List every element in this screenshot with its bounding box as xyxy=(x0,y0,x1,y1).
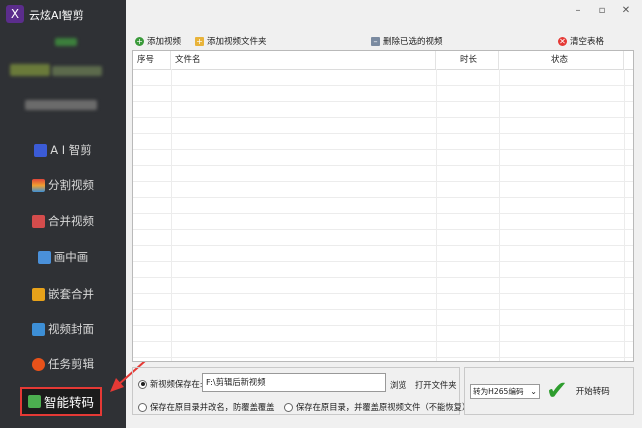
add-folder-label: 添加视频文件夹 xyxy=(207,37,267,47)
clear-icon: ✕ xyxy=(558,36,567,46)
radio-icon[interactable] xyxy=(138,402,147,412)
column-divider xyxy=(171,69,172,361)
chevron-down-icon: ⌄ xyxy=(530,387,537,396)
radio-icon[interactable] xyxy=(284,402,293,412)
row-divider xyxy=(133,229,633,230)
keep-rename-label: 保存在原目录并改名，防覆盖覆盖 xyxy=(150,402,275,412)
codec-select[interactable]: 转为H265编码 ⌄ xyxy=(470,384,540,399)
start-transcode-label: 开始转码 xyxy=(575,387,610,397)
new-save-label: 新视频保存在: xyxy=(150,379,203,389)
clear-table-label: 清空表格 xyxy=(570,37,605,47)
row-divider xyxy=(133,293,633,294)
row-divider xyxy=(133,101,633,102)
column-divider xyxy=(499,69,500,361)
add-folder-button[interactable]: + 添加视频文件夹 xyxy=(195,35,267,47)
row-divider xyxy=(133,85,633,86)
row-divider xyxy=(133,197,633,198)
radio-selected-icon[interactable] xyxy=(138,379,147,389)
keep-rename-option[interactable]: 保存在原目录并改名，防覆盖覆盖 xyxy=(138,401,274,413)
open-folder-button[interactable]: 打开文件夹 xyxy=(415,379,457,391)
checkmark-icon: ✔ xyxy=(546,376,568,406)
delete-selected-button[interactable]: – 删除已选的视频 xyxy=(371,35,443,47)
add-icon: + xyxy=(135,36,144,46)
add-video-button[interactable]: + 添加视频 xyxy=(135,35,181,47)
clear-table-button[interactable]: ✕ 清空表格 xyxy=(558,35,604,47)
delete-selected-label: 删除已选的视频 xyxy=(383,37,443,47)
delete-icon: – xyxy=(371,36,380,46)
header-divider xyxy=(133,69,633,70)
overwrite-label: 保存在原目录，并覆盖原视频文件（不能恢复） xyxy=(296,402,471,412)
add-video-label: 添加视频 xyxy=(147,37,182,47)
column-header-index[interactable]: 序号 xyxy=(133,51,171,69)
codec-selected-value: 转为H265编码 xyxy=(473,387,524,396)
row-divider xyxy=(133,357,633,358)
column-divider xyxy=(624,69,625,361)
row-divider xyxy=(133,325,633,326)
row-divider xyxy=(133,261,633,262)
row-divider xyxy=(133,341,633,342)
row-divider xyxy=(133,133,633,134)
row-divider xyxy=(133,309,633,310)
column-header-status[interactable]: 状态 xyxy=(499,51,624,69)
row-divider xyxy=(133,165,633,166)
row-divider xyxy=(133,213,633,214)
browse-button[interactable]: 浏览 xyxy=(390,379,407,391)
column-divider xyxy=(436,69,437,361)
file-table[interactable]: 序号 文件名 时长 状态 xyxy=(132,50,634,362)
save-path-input[interactable]: F:\剪辑后新视频 xyxy=(202,373,386,392)
column-header-duration[interactable]: 时长 xyxy=(436,51,499,69)
new-save-option[interactable]: 新视频保存在: xyxy=(138,378,203,390)
overwrite-option[interactable]: 保存在原目录，并覆盖原视频文件（不能恢复） xyxy=(284,401,470,413)
row-divider xyxy=(133,181,633,182)
row-divider xyxy=(133,149,633,150)
row-divider xyxy=(133,277,633,278)
row-divider xyxy=(133,117,633,118)
maximize-button[interactable]: ▫ xyxy=(592,4,612,18)
folder-add-icon: + xyxy=(195,36,204,46)
row-divider xyxy=(133,245,633,246)
close-button[interactable]: ✕ xyxy=(616,4,636,18)
start-transcode-button[interactable]: ✔ 开始转码 xyxy=(546,374,630,408)
minimize-button[interactable]: – xyxy=(568,4,588,18)
column-header-filename[interactable]: 文件名 xyxy=(171,51,436,69)
